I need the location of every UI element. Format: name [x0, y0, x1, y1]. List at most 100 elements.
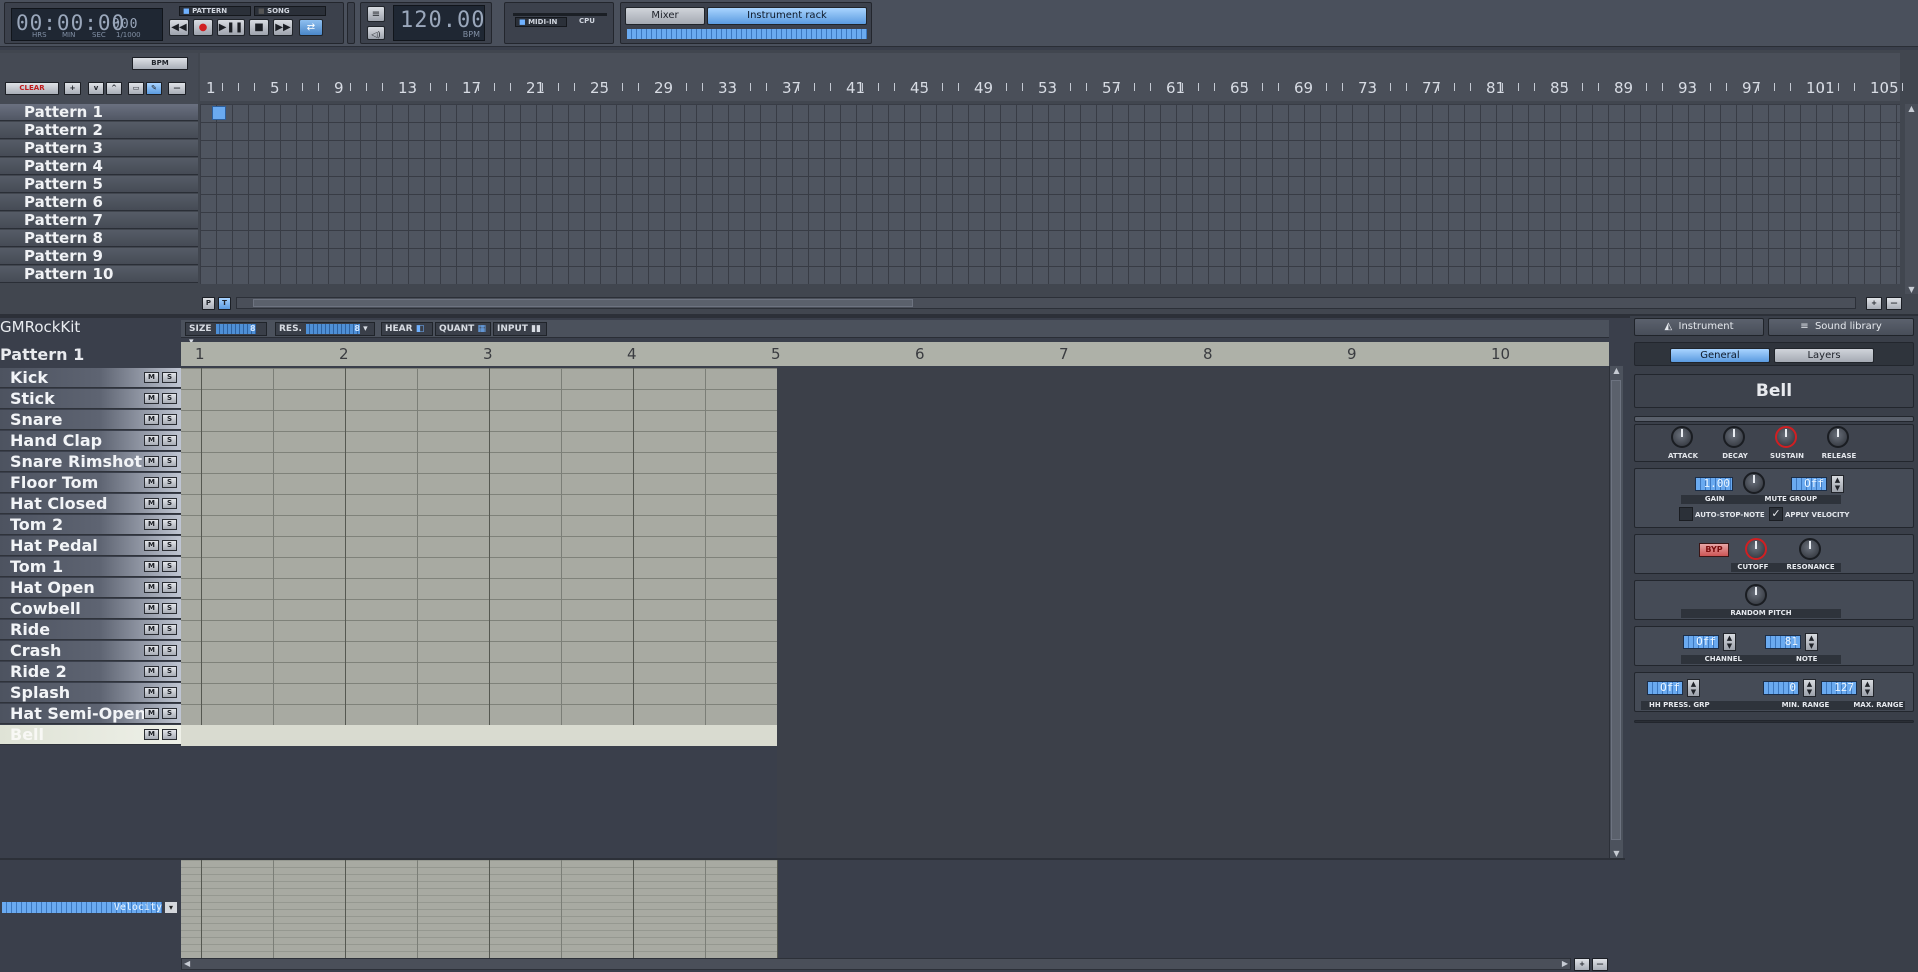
solo-button[interactable]: S — [162, 519, 177, 530]
instrument-row[interactable]: Cowbell M S — [0, 599, 181, 619]
mute-button[interactable]: M — [144, 582, 159, 593]
mute-button[interactable]: M — [144, 540, 159, 551]
filter-bypass-button[interactable]: BYP — [1699, 543, 1729, 557]
pattern-grid[interactable] — [181, 368, 778, 746]
song-bpm-button[interactable]: BPM — [132, 57, 188, 70]
mute-button[interactable]: M — [144, 603, 159, 614]
instrument-row[interactable]: Tom 2 MS — [0, 515, 181, 535]
solo-button[interactable]: S — [162, 393, 177, 404]
gain-knob[interactable] — [1743, 472, 1765, 494]
move-up-button[interactable]: ^ — [106, 82, 122, 95]
mute-button[interactable]: M — [144, 708, 159, 719]
pattern-list-item[interactable]: Pattern 8 — [0, 230, 198, 247]
scroll-right-icon[interactable]: ▶ — [1562, 959, 1568, 968]
mode-song-button[interactable]: ■ SONG — [254, 6, 326, 16]
clear-button[interactable]: CLEAR — [5, 82, 59, 95]
tab-sound-library[interactable]: ≡ Sound library — [1768, 318, 1914, 336]
pattern-zoom-out-button[interactable]: — — [1592, 958, 1608, 971]
solo-button[interactable]: S — [162, 435, 177, 446]
instrument-row[interactable]: Snare Rimshot M S — [0, 452, 181, 472]
move-down-button[interactable]: v — [88, 82, 104, 95]
random-pitch-knob[interactable] — [1745, 584, 1767, 606]
rewind-button[interactable]: ◀◀ — [169, 19, 189, 36]
tab-instrument[interactable]: ◭ Instrument — [1634, 318, 1764, 336]
apply-velocity-checkbox[interactable]: ✓ — [1769, 507, 1783, 521]
mute-button[interactable]: M — [144, 498, 159, 509]
max-range-spin[interactable]: ▲ ▼ — [1861, 679, 1874, 697]
solo-button[interactable]: S — [162, 414, 177, 425]
solo-button[interactable]: S — [162, 561, 177, 572]
song-zoom-in-button[interactable]: + — [1866, 297, 1882, 310]
pattern-list-item[interactable]: Pattern 2 — [0, 122, 198, 139]
mute-button[interactable]: M — [144, 666, 159, 677]
instrument-row[interactable]: Kick M S — [0, 368, 181, 388]
velocity-selector[interactable]: Velocity ▾ — [0, 900, 180, 914]
mute-button[interactable]: M — [144, 477, 159, 488]
song-zoom-out-button[interactable]: — — [1886, 297, 1902, 310]
solo-button[interactable]: S — [162, 624, 177, 635]
mute-button[interactable]: M — [144, 393, 159, 404]
mute-button[interactable]: M — [144, 414, 159, 425]
loop-button[interactable]: ⇄ — [299, 19, 323, 36]
instrument-row[interactable]: Hat Open M S — [0, 578, 181, 598]
pattern-list-item[interactable]: Pattern 1 — [0, 104, 198, 121]
pattern-list-item[interactable]: Pattern 3 — [0, 140, 198, 157]
solo-button[interactable]: S — [162, 603, 177, 614]
solo-button[interactable]: S — [162, 582, 177, 593]
delete-pattern-button[interactable]: — — [168, 82, 186, 95]
instrument-row[interactable]: Hand Clap M S — [0, 431, 181, 451]
velocity-dropdown-icon[interactable]: ▾ — [165, 902, 177, 913]
size-control[interactable]: SIZE8 ▾ — [185, 322, 267, 347]
solo-button[interactable]: S — [162, 498, 177, 509]
sustain-knob[interactable] — [1775, 426, 1797, 448]
decay-knob[interactable] — [1723, 426, 1745, 448]
hh-press-spin[interactable]: ▲ ▼ — [1687, 679, 1700, 697]
mute-button[interactable]: M — [144, 456, 159, 467]
instrument-row[interactable]: Crash M S — [0, 641, 181, 661]
pattern-vertical-scrollbar[interactable]: ▲ ▼ — [1609, 366, 1623, 858]
instrument-rack-button[interactable]: Instrument rack — [707, 7, 867, 25]
pattern-list-item[interactable]: Pattern 10 — [0, 266, 198, 283]
mute-button[interactable]: M — [144, 519, 159, 530]
pattern-list-item[interactable]: Pattern 7 — [0, 212, 198, 229]
select-tool-button[interactable]: ▭ — [128, 82, 144, 95]
velocity-editor[interactable] — [181, 860, 778, 958]
solo-button[interactable]: S — [162, 645, 177, 656]
add-pattern-button[interactable]: + — [64, 82, 81, 95]
pattern-scroll-thumb[interactable] — [1611, 380, 1621, 840]
tab-layers[interactable]: Layers — [1774, 348, 1874, 363]
instrument-row[interactable]: Tom 1 MS — [0, 557, 181, 577]
solo-button[interactable]: S — [162, 729, 177, 740]
record-button[interactable]: ● — [193, 19, 213, 36]
instrument-row[interactable]: Floor Tom M S — [0, 473, 181, 493]
bpm-display[interactable]: 120.00 BPM — [393, 5, 485, 41]
play-pause-button[interactable]: ▶❚❚ — [217, 19, 245, 36]
instrument-row[interactable]: Bell M S — [0, 725, 181, 745]
song-cell-active[interactable] — [212, 106, 226, 120]
solo-button[interactable]: S — [162, 456, 177, 467]
mute-button[interactable]: M — [144, 687, 159, 698]
input-toggle[interactable]: INPUT ▮▮ — [493, 322, 547, 336]
mute-button[interactable]: M — [144, 435, 159, 446]
draw-tool-button[interactable]: ✎ — [146, 82, 162, 95]
resonance-knob[interactable] — [1799, 538, 1821, 560]
mute-button[interactable]: M — [144, 561, 159, 572]
resolution-control[interactable]: RES. 8 ▾ — [275, 322, 375, 336]
auto-stop-checkbox[interactable] — [1679, 507, 1693, 521]
solo-button[interactable]: S — [162, 687, 177, 698]
instrument-row[interactable]: Splash M S — [0, 683, 181, 703]
scroll-left-icon[interactable]: ◀ — [184, 959, 190, 968]
solo-button[interactable]: S — [162, 477, 177, 488]
release-knob[interactable] — [1827, 426, 1849, 448]
instrument-row[interactable]: Snare M S — [0, 410, 181, 430]
instrument-row[interactable]: Stick M S — [0, 389, 181, 409]
instrument-row[interactable]: Hat Closed M S — [0, 494, 181, 514]
mixer-button[interactable]: Mixer — [625, 7, 705, 25]
song-ruler[interactable]: 1 5 9 13 17 21 25 29 33 37 41 45 49 53 57 61 65 69 73 77 81 8… — [200, 53, 1903, 101]
tab-general[interactable]: General — [1670, 348, 1770, 363]
mute-button[interactable]: M — [144, 372, 159, 383]
instrument-row[interactable]: Hat Semi-Open M S — [0, 704, 181, 724]
pattern-list-item[interactable]: Pattern 5 — [0, 176, 198, 193]
stop-button[interactable]: ■ — [249, 19, 269, 36]
instrument-row[interactable]: Ride 2 MS — [0, 662, 181, 682]
